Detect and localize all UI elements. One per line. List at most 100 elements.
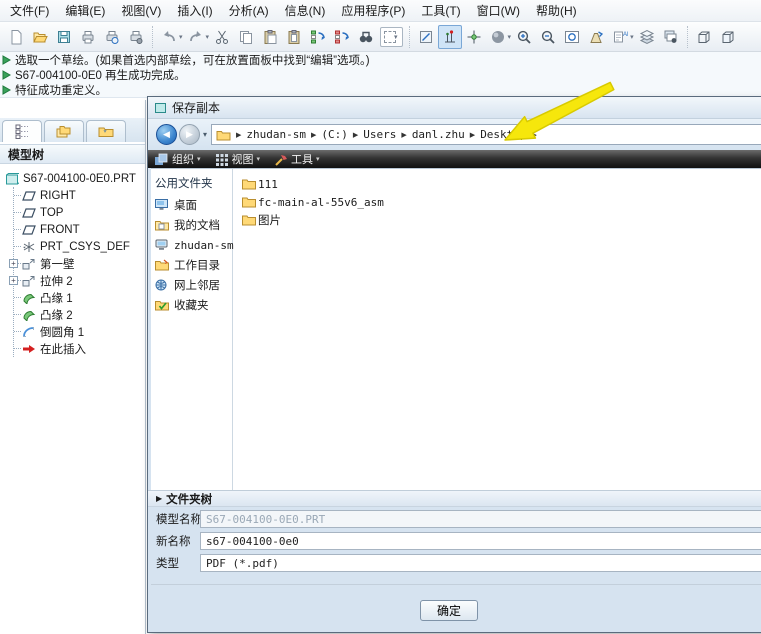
layers-icon[interactable]: [635, 25, 659, 49]
favorites-icon: [155, 299, 170, 311]
tree-item-right[interactable]: RIGHT: [14, 187, 144, 204]
auto-regenerate-icon[interactable]: [330, 25, 354, 49]
tree-item-top[interactable]: TOP: [14, 204, 144, 221]
window-icon[interactable]: [692, 25, 716, 49]
find-icon[interactable]: [354, 25, 378, 49]
sketcher-display-icon[interactable]: [414, 25, 438, 49]
tree-item-front[interactable]: FRONT: [14, 221, 144, 238]
message-area: 选取一个草绘。(如果首选内部草绘，可在放置面板中找到“编辑”选项。) S67-0…: [0, 52, 761, 98]
message-row: 选取一个草绘。(如果首选内部草绘，可在放置面板中找到“编辑”选项。): [0, 52, 761, 67]
organize-label: 组织: [172, 151, 194, 167]
tab-folder-browser[interactable]: [44, 120, 84, 142]
new-file-icon[interactable]: [4, 25, 28, 49]
menu-insert[interactable]: 插入(I): [169, 0, 220, 21]
menu-view[interactable]: 视图(V): [113, 0, 169, 21]
tree-item-insert-here[interactable]: 在此插入: [14, 340, 144, 357]
tree-item-first-wall[interactable]: + 第一壁: [14, 255, 144, 272]
save-icon[interactable]: [52, 25, 76, 49]
spin-center-icon[interactable]: [462, 25, 486, 49]
crumb-zhudan-sm[interactable]: zhudan-sm: [246, 128, 306, 141]
menu-window[interactable]: 窗口(W): [469, 0, 528, 21]
crumb-separator-icon: ▶: [470, 131, 475, 139]
tree-item-label: PRT_CSYS_DEF: [40, 241, 130, 253]
tree-item-extrude-2[interactable]: + 拉伸 2: [14, 272, 144, 289]
selection-filter-combo[interactable]: ▾: [380, 27, 403, 47]
type-value: PDF (*.pdf): [206, 557, 279, 570]
menu-help[interactable]: 帮助(H): [528, 0, 585, 21]
menu-analysis[interactable]: 分析(A): [221, 0, 277, 21]
print-icon[interactable]: [76, 25, 100, 49]
history-dropdown-icon[interactable]: ▾: [203, 130, 207, 139]
sidebar-item-network-places[interactable]: 网上邻居: [151, 275, 232, 295]
expand-icon[interactable]: +: [9, 276, 18, 285]
back-button[interactable]: ◀: [156, 124, 177, 145]
forward-button[interactable]: ▶: [179, 124, 200, 145]
file-row-111[interactable]: 111: [242, 175, 761, 193]
tree-item-label: 凸缘 2: [40, 307, 73, 323]
menu-info[interactable]: 信息(N): [277, 0, 334, 21]
file-row-pictures[interactable]: 图片: [242, 211, 761, 229]
crumb-desktop[interactable]: Desktop: [480, 128, 526, 141]
folder-icon: [242, 196, 258, 208]
paste-special-icon[interactable]: [282, 25, 306, 49]
menu-applications[interactable]: 应用程序(P): [333, 0, 413, 21]
file-name: 111: [258, 178, 278, 191]
tree-item-csys[interactable]: PRT_CSYS_DEF: [14, 238, 144, 255]
reorient-icon[interactable]: [584, 25, 608, 49]
regenerate-icon[interactable]: [306, 25, 330, 49]
sidebar-item-zhudan-sm[interactable]: zhudan-sm: [151, 235, 232, 255]
tree-item-flange-2[interactable]: 凸缘 2: [14, 306, 144, 323]
cut-icon[interactable]: [210, 25, 234, 49]
menu-file[interactable]: 文件(F): [2, 0, 57, 21]
new-name-input[interactable]: [200, 532, 761, 550]
undo-icon[interactable]: [157, 25, 181, 49]
views-menu[interactable]: 视图 ▾: [215, 151, 261, 167]
tree-item-flange-1[interactable]: 凸缘 1: [14, 289, 144, 306]
sidebar-item-working-directory[interactable]: 工作目录: [151, 255, 232, 275]
crumb-users[interactable]: Users: [363, 128, 396, 141]
paste-icon[interactable]: [258, 25, 282, 49]
refit-icon[interactable]: [560, 25, 584, 49]
address-bar[interactable]: ▶ zhudan-sm ▶ (C:) ▶ Users ▶ danl.zhu ▶ …: [211, 124, 761, 145]
organize-menu[interactable]: 组织 ▾: [154, 151, 201, 167]
crumb-c-drive[interactable]: (C:): [321, 128, 348, 141]
menu-edit[interactable]: 编辑(E): [57, 0, 113, 21]
navigator-panel: * 模型树 S67-004100-0E0.PRT RIGHT TOP FRONT: [0, 100, 146, 634]
tree-item-label: 倒圆角 1: [40, 324, 84, 340]
sidebar-item-favorites[interactable]: 收藏夹: [151, 295, 232, 315]
expand-icon[interactable]: +: [9, 259, 18, 268]
redo-icon[interactable]: [184, 25, 208, 49]
ok-button[interactable]: 确定: [420, 600, 478, 621]
crumb-separator-icon: ▶: [311, 131, 316, 139]
zoom-in-icon[interactable]: [512, 25, 536, 49]
tab-model-tree[interactable]: [2, 120, 42, 142]
folder-icon: [242, 178, 258, 190]
datum-display-icon[interactable]: [438, 25, 462, 49]
file-row-fc-main[interactable]: fc-main-al-55v6_asm: [242, 193, 761, 211]
shaded-display-icon[interactable]: [486, 25, 510, 49]
tree-root-part[interactable]: S67-004100-0E0.PRT: [4, 170, 144, 187]
file-name: 图片: [258, 212, 281, 228]
plotter-icon[interactable]: [124, 25, 148, 49]
crumb-danl-zhu[interactable]: danl.zhu: [412, 128, 465, 141]
coordinate-system-icon: [21, 241, 37, 253]
divider: [151, 584, 761, 585]
copy-icon[interactable]: [234, 25, 258, 49]
sidebar-item-desktop[interactable]: 桌面: [151, 195, 232, 215]
zoom-out-icon[interactable]: [536, 25, 560, 49]
main-toolbar: ▾ ▾ ▾ ▾ AB ▾: [0, 22, 761, 52]
window-active-icon[interactable]: [716, 25, 740, 49]
folder-tree-expander[interactable]: ▶ 文件夹树: [148, 490, 761, 507]
navigator-tabs: *: [0, 118, 145, 142]
print-preview-icon[interactable]: [100, 25, 124, 49]
tree-item-round-1[interactable]: 倒圆角 1: [14, 323, 144, 340]
tab-favorites[interactable]: *: [86, 120, 126, 142]
open-icon[interactable]: [28, 25, 52, 49]
annotation-icon[interactable]: AB: [608, 25, 632, 49]
sidebar-item-my-documents[interactable]: 我的文档: [151, 215, 232, 235]
tools-menu[interactable]: 工具 ▾: [274, 151, 320, 167]
menu-tools[interactable]: 工具(T): [413, 0, 468, 21]
dialog-title-bar[interactable]: 保存副本: [148, 97, 761, 119]
view-manager-icon[interactable]: [659, 25, 683, 49]
type-combobox[interactable]: PDF (*.pdf): [200, 554, 761, 572]
